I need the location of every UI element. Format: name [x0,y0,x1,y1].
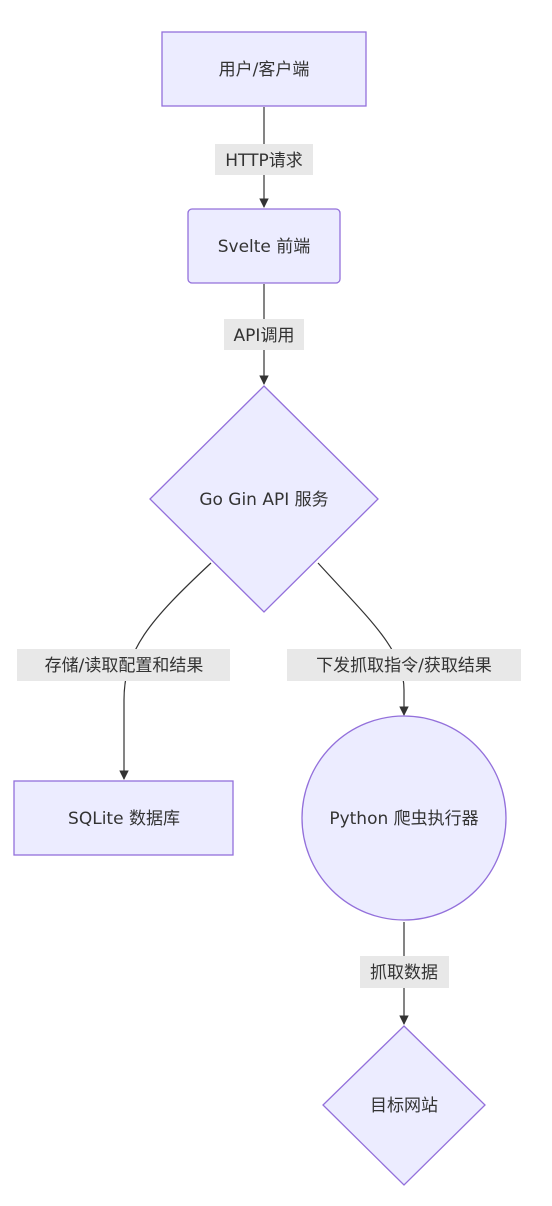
edge-api-to-python [317,562,409,716]
node-sqlite-db-label: SQLite 数据库 [68,809,180,829]
edge-label-dispatch-fetch: 下发抓取指令/获取结果 [287,649,521,681]
node-go-api: Go Gin API 服务 [149,385,379,613]
edge-label-api-call-text: API调用 [234,326,295,346]
node-svelte-frontend-label: Svelte 前端 [218,237,311,257]
node-target-site: 目标网站 [322,1025,486,1186]
edge-label-http-request: HTTP请求 [215,144,313,175]
node-user-client: 用户/客户端 [161,31,367,107]
edge-label-crawl-data: 抓取数据 [360,956,449,988]
node-python-crawler-label: Python 爬虫执行器 [329,809,478,829]
edge-label-dispatch-fetch-text: 下发抓取指令/获取结果 [316,656,492,676]
edge-label-store-read-text: 存储/读取配置和结果 [45,656,204,676]
node-sqlite-db: SQLite 数据库 [13,780,234,856]
edge-label-http-request-text: HTTP请求 [225,151,303,171]
flowchart: HTTP请求 API调用 存储/读取配置和结果 下发抓取指令/获取结果 抓取数据… [13,31,521,1186]
node-target-site-label: 目标网站 [370,1096,438,1116]
edge-label-api-call: API调用 [224,319,304,350]
node-svelte-frontend: Svelte 前端 [187,208,341,284]
edge-label-store-read: 存储/读取配置和结果 [17,649,230,681]
node-user-client-label: 用户/客户端 [219,60,310,80]
node-go-api-label: Go Gin API 服务 [199,490,328,510]
node-python-crawler: Python 爬虫执行器 [301,715,507,921]
edge-label-crawl-data-text: 抓取数据 [370,963,438,983]
